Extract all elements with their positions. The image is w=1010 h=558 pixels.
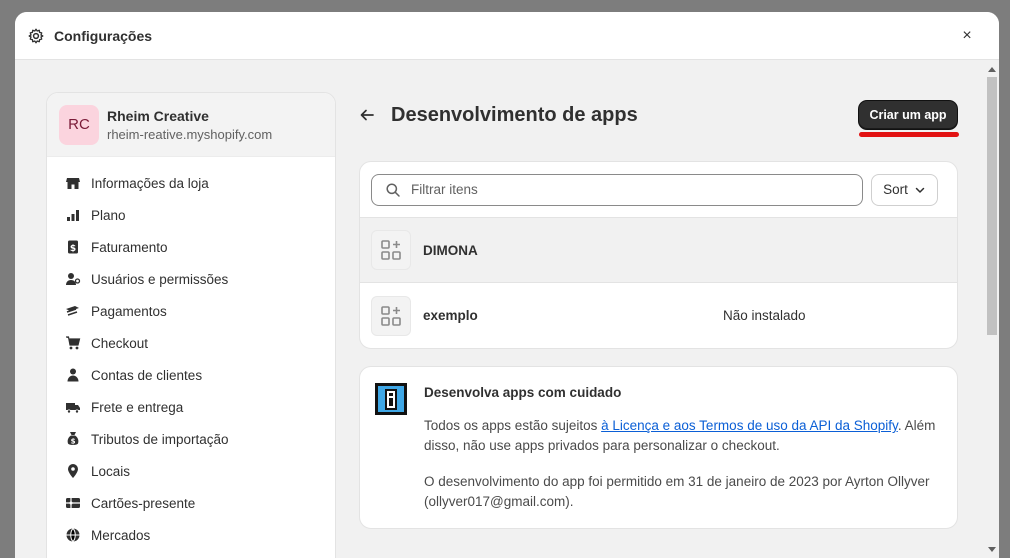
sort-label: Sort	[883, 182, 908, 197]
svg-text:$: $	[70, 244, 76, 254]
scroll-down-arrow-icon[interactable]	[988, 547, 996, 552]
app-row[interactable]: exemplo Não instalado	[360, 283, 957, 348]
sidebar-item-label: Frete e entrega	[91, 399, 184, 415]
close-button[interactable]: ×	[957, 26, 977, 46]
sidebar-item-duties[interactable]: $ Tributos de importação	[47, 423, 335, 455]
info-title: Desenvolva apps com cuidado	[424, 385, 622, 400]
sidebar-item-label: Cartões-presente	[91, 495, 196, 511]
modal-title: Configurações	[54, 27, 153, 44]
filter-bar: Filtrar itens Sort	[360, 162, 957, 218]
sidebar-item-markets[interactable]: Mercados	[47, 519, 335, 551]
info-text-part: Todos os apps estão sujeitos	[424, 418, 602, 433]
modal-header: Configurações ×	[15, 12, 999, 60]
sidebar-item-shipping[interactable]: Frete e entrega	[47, 391, 335, 423]
globe-icon	[65, 527, 81, 543]
app-placeholder-icon	[371, 230, 411, 270]
search-placeholder: Filtrar itens	[411, 182, 478, 197]
info-card: Desenvolva apps com cuidado Todos os app…	[359, 366, 958, 529]
person-icon	[65, 367, 81, 383]
back-button[interactable]	[359, 101, 387, 129]
scroll-up-arrow-icon[interactable]	[988, 67, 996, 72]
page-header: Desenvolvimento de apps Criar um app	[359, 92, 959, 138]
sidebar-item-label: Checkout	[91, 335, 149, 351]
sidebar-item-label: Plano	[91, 207, 126, 223]
svg-text:$: $	[71, 438, 76, 446]
billing-icon: $	[65, 239, 81, 255]
sidebar-item-store-details[interactable]: Informações da loja	[47, 167, 335, 199]
store-name: Rheim Creative	[107, 107, 209, 124]
search-input[interactable]: Filtrar itens	[371, 173, 863, 206]
info-text: Todos os apps estão sujeitos à Licença e…	[424, 416, 942, 456]
duties-icon: $	[65, 431, 81, 447]
app-placeholder-icon	[371, 295, 411, 336]
sort-button[interactable]: Sort	[871, 173, 938, 206]
sidebar-item-gift-cards[interactable]: Cartões-presente	[47, 487, 335, 519]
sidebar-item-customer-accounts[interactable]: Contas de clientes	[47, 359, 335, 391]
sidebar-item-checkout[interactable]: Checkout	[47, 327, 335, 359]
sidebar-item-label: Locais	[91, 463, 131, 479]
sidebar-item-label: Pagamentos	[91, 303, 167, 319]
sidebar-item-label: Informações da loja	[91, 175, 209, 191]
sidebar-item-label: Faturamento	[91, 239, 168, 255]
store-domain: rheim-reative.myshopify.com	[107, 126, 273, 142]
location-icon	[65, 463, 81, 479]
apps-card: Filtrar itens Sort DIMONA exemplo Não in…	[359, 161, 958, 349]
app-name: DIMONA	[423, 242, 478, 258]
license-link[interactable]: à Licença e aos Termos de uso da API da …	[601, 418, 898, 433]
users-icon	[65, 271, 81, 287]
app-status: Não instalado	[723, 308, 806, 323]
sidebar-item-plan[interactable]: Plano	[47, 199, 335, 231]
settings-sidebar: RC Rheim Creative rheim-reative.myshopif…	[46, 92, 336, 558]
store-header[interactable]: RC Rheim Creative rheim-reative.myshopif…	[47, 93, 335, 157]
app-row[interactable]: DIMONA	[360, 218, 957, 283]
search-icon	[385, 182, 401, 198]
scrollbar[interactable]	[984, 61, 999, 558]
gift-card-icon	[65, 495, 81, 511]
scroll-thumb[interactable]	[987, 77, 997, 335]
info-icon	[375, 383, 407, 415]
sidebar-item-locations[interactable]: Locais	[47, 455, 335, 487]
plan-chart-icon	[65, 207, 81, 223]
avatar: RC	[59, 104, 99, 145]
create-app-button[interactable]: Criar um app	[859, 101, 957, 129]
permission-text: O desenvolvimento do app foi permitido e…	[424, 474, 930, 509]
sidebar-nav: Informações da loja Plano $ Faturamento …	[47, 157, 335, 551]
sidebar-item-label: Tributos de importação	[91, 431, 229, 447]
app-name: exemplo	[423, 308, 478, 323]
truck-icon	[65, 399, 81, 415]
store-icon	[65, 175, 81, 191]
sidebar-item-payments[interactable]: Pagamentos	[47, 295, 335, 327]
settings-modal: Configurações × RC Rheim Creative rheim-…	[15, 12, 999, 558]
page-title: Desenvolvimento de apps	[391, 103, 638, 126]
red-annotation-underline	[859, 132, 959, 137]
sidebar-item-label: Usuários e permissões	[91, 271, 229, 287]
gear-icon	[28, 28, 44, 44]
sidebar-item-label: Mercados	[91, 527, 151, 543]
arrow-left-icon	[360, 109, 374, 121]
sidebar-item-billing[interactable]: $ Faturamento	[47, 231, 335, 263]
chevron-down-icon	[914, 184, 926, 196]
payments-icon	[65, 303, 81, 319]
sidebar-item-label: Contas de clientes	[91, 367, 203, 383]
sidebar-item-users[interactable]: Usuários e permissões	[47, 263, 335, 295]
cart-icon	[65, 335, 81, 351]
close-icon: ×	[962, 27, 972, 44]
main-content: Desenvolvimento de apps Criar um app Fil…	[359, 92, 959, 529]
